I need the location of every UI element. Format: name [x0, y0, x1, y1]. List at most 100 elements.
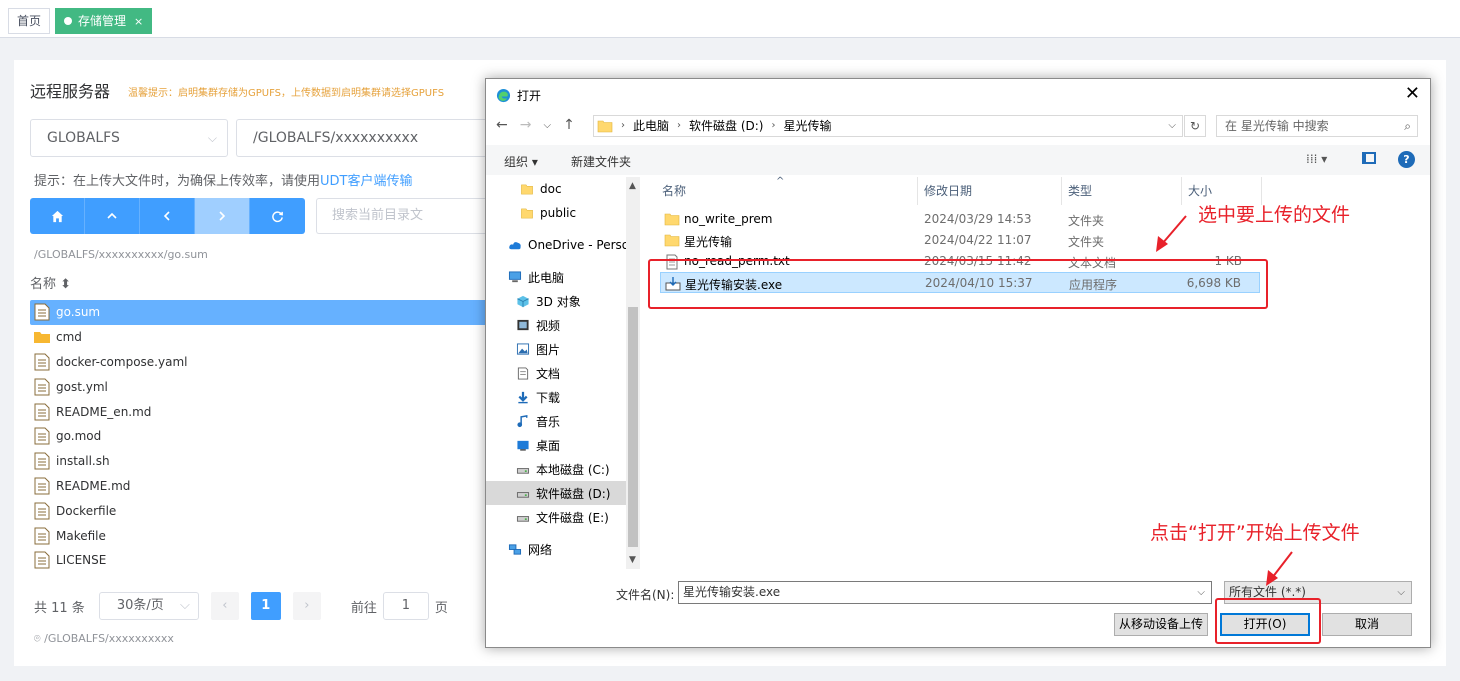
organize-menu[interactable]: 组织 ▾ — [504, 153, 538, 170]
help-icon[interactable]: ? — [1398, 151, 1415, 168]
file-name: Dockerfile — [56, 503, 117, 518]
nav-item-label: 此电脑 — [528, 270, 565, 285]
nav-item[interactable]: 3D 对象 — [486, 289, 626, 313]
file-row[interactable]: go.mod — [30, 424, 500, 449]
dialog-search-input[interactable]: 在 星光传输 中搜索 ⌕ — [1216, 115, 1418, 137]
nav-item-label: 音乐 — [536, 414, 561, 429]
address-bar[interactable]: › 此电脑 › 软件磁盘 (D:) › 星光传输 ⌵ — [593, 115, 1183, 137]
file-row[interactable]: LICENSE — [30, 548, 500, 573]
page-number[interactable]: 1 — [250, 592, 281, 620]
folder-icon — [34, 332, 50, 344]
back-arrow-icon[interactable]: ← — [496, 117, 508, 135]
dialog-file-row[interactable]: 星光传输 2024/04/22 11:07 文件夹 — [660, 230, 1260, 251]
chevron-down-icon: ⌵ — [1397, 587, 1405, 598]
nav-item[interactable]: 软件磁盘 (D:) — [486, 481, 626, 505]
pagination: 共 11 条 30条/页 ⌵ ‹ 1 › 前往 1 页 — [34, 592, 448, 620]
browser-logo-icon — [496, 88, 511, 103]
nav-item[interactable]: 音乐 — [486, 409, 626, 433]
breadcrumb-separator-icon: › — [771, 120, 776, 131]
filename-input[interactable]: 星光传输安装.exe ⌵ — [678, 581, 1212, 604]
tab-storage[interactable]: 存储管理 × — [55, 8, 153, 34]
nav-item[interactable]: public — [486, 201, 626, 225]
scroll-thumb[interactable] — [628, 307, 638, 547]
goto-page-input[interactable]: 1 — [382, 592, 429, 620]
breadcrumb-item[interactable]: 软件磁盘 (D:) — [689, 116, 763, 136]
refresh-icon[interactable]: ↻ — [1184, 115, 1206, 137]
nav-item[interactable]: 文档 — [486, 361, 626, 385]
nav-scrollbar[interactable]: ▲ ▼ — [626, 177, 640, 569]
nav-item[interactable]: 图片 — [486, 337, 626, 361]
home-button[interactable] — [30, 198, 85, 234]
file-icon — [34, 452, 50, 470]
view-options-icon[interactable]: ⁞⁞⁞ ▾ — [1306, 152, 1327, 166]
file-row[interactable]: docker-compose.yaml — [30, 350, 500, 375]
upload-hint: 提示：在上传大文件时，为确保上传效率，请使用UDT客户端传输 — [34, 170, 412, 189]
nav-item-label: 本地磁盘 (C:) — [536, 462, 610, 477]
file-row[interactable]: install.sh — [30, 449, 500, 474]
cancel-button[interactable]: 取消 — [1322, 613, 1412, 636]
file-name: docker-compose.yaml — [56, 354, 188, 369]
file-row[interactable]: gost.yml — [30, 374, 500, 399]
nav-item[interactable]: 视频 — [486, 313, 626, 337]
path-input[interactable]: /GLOBALFS/xxxxxxxxxx — [236, 119, 496, 157]
udt-client-link[interactable]: UDT客户端传输 — [320, 174, 412, 189]
nav-item[interactable]: 本地磁盘 (C:) — [486, 457, 626, 481]
nav-item[interactable]: 桌面 — [486, 433, 626, 457]
back-button[interactable] — [140, 198, 195, 234]
recent-dropdown-icon[interactable]: ⌵ — [543, 117, 551, 135]
address-dropdown-icon[interactable]: ⌵ — [1168, 116, 1176, 136]
sort-up-icon: ^ — [776, 176, 785, 187]
file-row[interactable]: Makefile — [30, 523, 500, 548]
page-size-select[interactable]: 30条/页 ⌵ — [98, 592, 199, 620]
scroll-down-icon[interactable]: ▼ — [629, 555, 636, 565]
refresh-button[interactable] — [250, 198, 305, 234]
nav-item-label: 网络 — [528, 542, 553, 557]
nav-item[interactable]: 下载 — [486, 385, 626, 409]
dialog-close-icon[interactable]: ✕ — [1405, 83, 1420, 104]
upload-from-mobile-button[interactable]: 从移动设备上传 — [1114, 613, 1208, 636]
nav-item-label: 文档 — [536, 366, 561, 381]
file-row[interactable]: cmd — [30, 325, 500, 350]
folder-icon — [521, 184, 533, 194]
location-pin-icon: ⌾ — [34, 632, 41, 645]
chevron-down-icon[interactable]: ⌵ — [1197, 582, 1205, 603]
file-icon — [34, 527, 50, 545]
chevron-up-icon — [107, 212, 117, 219]
up-button[interactable] — [85, 198, 140, 234]
file-row[interactable]: Dockerfile — [30, 498, 500, 523]
dialog-file-row[interactable]: no_write_prem 2024/03/29 14:53 文件夹 — [660, 209, 1260, 230]
prev-page-button[interactable]: ‹ — [210, 592, 239, 620]
name-column-header[interactable]: 名称 ⬍ — [30, 273, 71, 292]
annotation-click-open: 点击“打开”开始上传文件 — [1150, 522, 1360, 544]
tab-home[interactable]: 首页 — [8, 8, 51, 34]
music-icon — [517, 414, 528, 427]
nav-item[interactable]: OneDrive - Perso — [486, 233, 626, 257]
breadcrumb-item[interactable]: 星光传输 — [783, 116, 831, 136]
column-name[interactable]: 名称 ^ — [656, 176, 918, 205]
up-arrow-icon[interactable]: ↑ — [563, 117, 575, 135]
forward-arrow-icon[interactable]: → — [520, 117, 532, 135]
home-icon — [51, 210, 63, 222]
nav-item[interactable]: 此电脑 — [486, 265, 626, 289]
nav-item[interactable]: doc — [486, 177, 626, 201]
total-count: 共 11 条 — [34, 600, 85, 616]
cube-icon — [517, 295, 529, 307]
forward-button[interactable] — [195, 198, 250, 234]
file-icon — [34, 403, 50, 421]
scroll-up-icon[interactable]: ▲ — [629, 181, 636, 191]
new-folder-button[interactable]: 新建文件夹 — [571, 153, 631, 170]
nav-item[interactable]: 文件磁盘 (E:) — [486, 505, 626, 529]
close-tab-icon[interactable]: × — [134, 15, 143, 28]
column-type[interactable]: 类型 — [1062, 177, 1182, 205]
file-row[interactable]: go.sum — [30, 300, 500, 325]
file-row[interactable]: README.md — [30, 474, 500, 499]
breadcrumb-item[interactable]: 此电脑 — [633, 116, 669, 136]
column-date[interactable]: 修改日期 — [918, 177, 1062, 205]
storage-select[interactable]: GLOBALFS ⌵ — [30, 119, 228, 157]
search-input[interactable]: 搜索当前目录文 — [316, 198, 496, 234]
file-row[interactable]: README_en.md — [30, 399, 500, 424]
next-page-button[interactable]: › — [292, 592, 321, 620]
nav-item[interactable]: 网络 — [486, 537, 626, 561]
preview-pane-icon[interactable] — [1362, 152, 1376, 164]
video-icon — [517, 319, 529, 330]
